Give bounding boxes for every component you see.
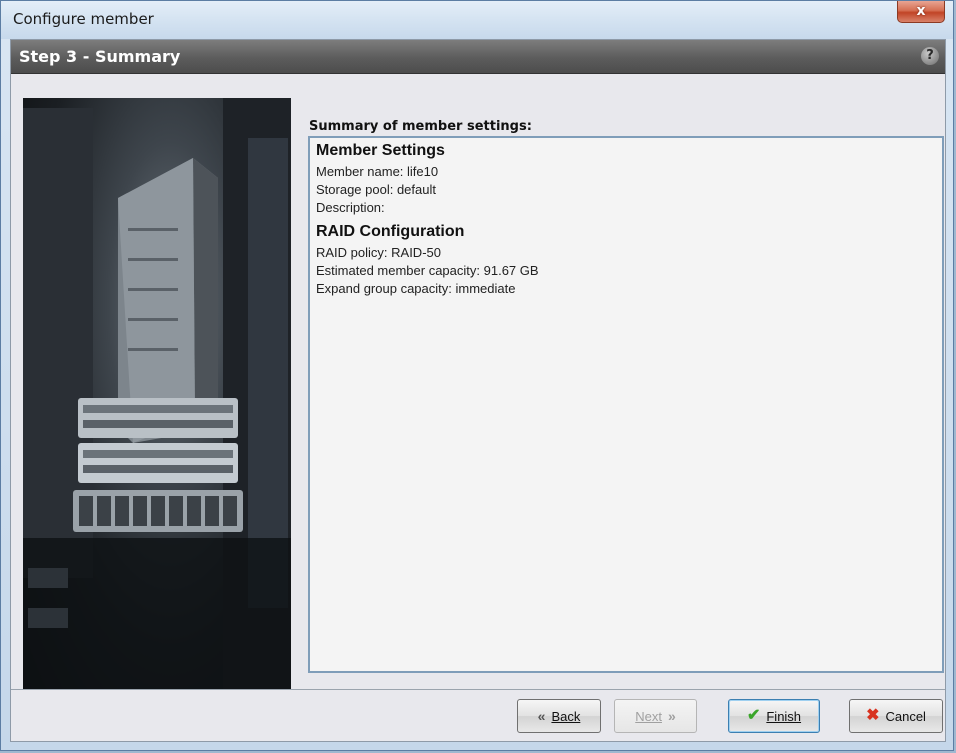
estimated-capacity-line: Estimated member capacity: 91.67 GB: [316, 263, 539, 278]
summary-textbox[interactable]: Member Settings Member name: life10 Stor…: [308, 136, 944, 673]
window-title: Configure member: [13, 10, 154, 28]
close-button[interactable]: x: [897, 1, 945, 23]
next-button[interactable]: Next »: [614, 699, 697, 733]
dialog-body: Step 3 - Summary ? Summary of member set…: [10, 39, 946, 742]
title-bar: Configure member x: [1, 1, 953, 39]
cancel-button-label: Cancel: [885, 708, 926, 724]
step-title: Step 3 - Summary: [19, 47, 181, 66]
configure-member-dialog: Configure member x Step 3 - Summary ? Su…: [0, 0, 954, 751]
expand-capacity-line: Expand group capacity: immediate: [316, 281, 516, 296]
storage-array-image: [23, 98, 291, 689]
close-icon: x: [916, 3, 926, 19]
help-icon[interactable]: ?: [921, 47, 939, 65]
cancel-button[interactable]: ✖ Cancel: [849, 699, 943, 733]
footer-separator: [11, 689, 945, 690]
member-settings-heading: Member Settings: [316, 142, 445, 159]
finish-button[interactable]: ✔ Finish: [728, 699, 820, 733]
description-line: Description:: [316, 200, 385, 215]
step-header: Step 3 - Summary ?: [11, 40, 945, 74]
back-button-label: Back: [551, 708, 581, 724]
finish-button-label: Finish: [766, 708, 802, 724]
back-button[interactable]: « Back: [517, 699, 601, 733]
raid-configuration-heading: RAID Configuration: [316, 223, 465, 240]
double-chevron-left-icon: «: [537, 708, 546, 724]
member-name-line: Member name: life10: [316, 164, 439, 179]
next-button-label: Next: [635, 708, 662, 724]
double-chevron-right-icon: »: [667, 708, 676, 724]
checkmark-icon: ✔: [746, 707, 761, 724]
summary-label: Summary of member settings:: [309, 119, 532, 134]
storage-pool-line: Storage pool: default: [316, 182, 436, 197]
raid-policy-line: RAID policy: RAID-50: [316, 245, 441, 260]
red-x-icon: ✖: [866, 707, 880, 724]
